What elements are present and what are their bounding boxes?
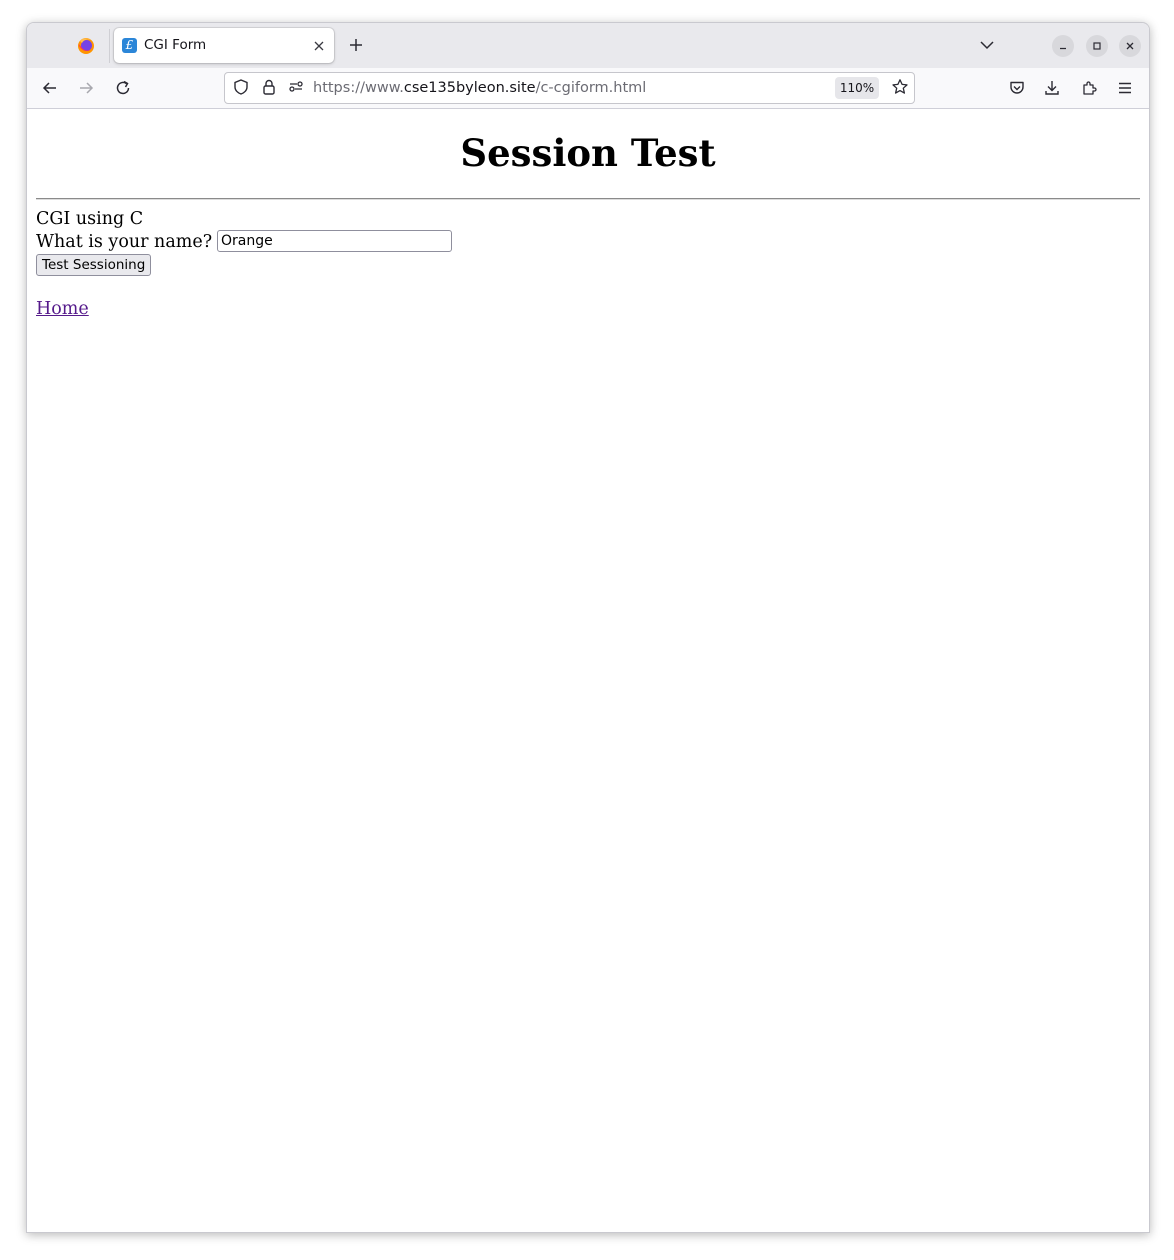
tab-cgi-form[interactable]: £ CGI Form [114,28,334,63]
url-text[interactable]: https://www.cse135byleon.site/c-cgiform.… [313,80,646,96]
back-arrow-icon[interactable] [41,79,59,97]
url-host: cse135byleon.site [403,80,536,96]
zoom-level-badge[interactable]: 110% [835,77,879,99]
hamburger-menu-icon[interactable] [1116,79,1134,97]
test-sessioning-button[interactable]: Test Sessioning [36,254,152,276]
address-bar[interactable]: https://www.cse135byleon.site/c-cgiform.… [224,72,915,104]
reload-icon[interactable] [114,79,132,97]
page-title: Session Test [460,131,716,175]
pocket-icon[interactable] [1008,79,1026,97]
downloads-icon[interactable] [1043,79,1061,97]
list-all-tabs-chevron-down-icon[interactable] [979,37,995,53]
tab-title: CGI Form [144,37,207,53]
firefox-menu-icon[interactable] [71,34,101,58]
url-path: /c-cgiform.html [535,80,647,96]
extensions-puzzle-icon[interactable] [1080,79,1098,97]
browser-window: £ CGI Form https://www.cse135byleon.site… [26,22,1150,1233]
tab-strip: £ CGI Form [27,23,1149,68]
maximize-window-button[interactable] [1086,35,1108,57]
url-scheme: https://www. [313,80,404,96]
site-favicon-icon: £ [122,38,137,53]
tracking-protection-shield-icon[interactable] [232,78,250,96]
name-input[interactable] [217,230,452,252]
bookmark-star-icon[interactable] [891,78,909,96]
site-permissions-icon[interactable] [287,78,305,96]
subtitle-text: CGI using C [36,209,144,229]
minimize-window-button[interactable] [1052,35,1074,57]
minimize-icon [1060,47,1066,50]
close-icon [1126,42,1134,50]
close-window-button[interactable] [1119,35,1141,57]
forward-arrow-icon[interactable] [77,79,95,97]
new-tab-plus-icon[interactable] [347,36,365,54]
page-content: Session Test CGI using C What is your na… [27,109,1149,1232]
horizontal-rule [36,198,1140,200]
navigation-toolbar: https://www.cse135byleon.site/c-cgiform.… [27,68,1149,109]
lock-icon[interactable] [260,78,278,96]
tab-separator [109,29,110,63]
name-label: What is your name? [36,232,213,252]
maximize-icon [1093,42,1101,50]
home-link[interactable]: Home [36,299,89,319]
close-tab-icon[interactable] [312,38,326,52]
